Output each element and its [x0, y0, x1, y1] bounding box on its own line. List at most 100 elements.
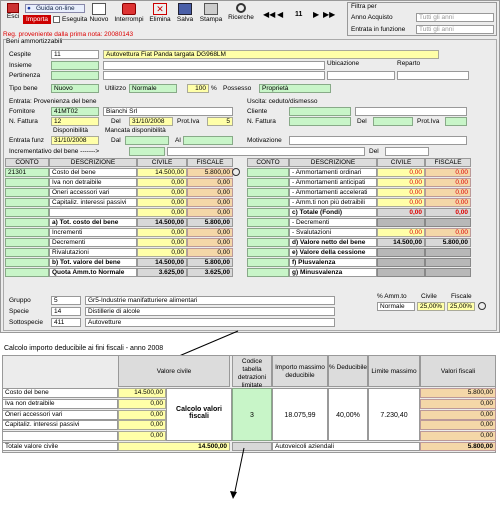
pertinenza-desc[interactable]	[103, 71, 325, 80]
left-fiscale[interactable]: 0,00	[187, 198, 233, 207]
salva-button[interactable]: Salva	[174, 3, 196, 29]
left-conto[interactable]	[5, 228, 49, 237]
right-fiscale[interactable]: 0,00	[425, 178, 471, 187]
elimina-button[interactable]: ✕ Elimina	[147, 3, 173, 29]
right-conto[interactable]	[247, 268, 289, 277]
right-fiscale[interactable]: 0,00	[425, 208, 471, 217]
calc-civile[interactable]: 0,00	[118, 409, 166, 420]
right-civile[interactable]: 0,00	[377, 198, 425, 207]
right-conto[interactable]	[247, 228, 289, 237]
right-fiscale[interactable]	[425, 248, 471, 257]
left-civile[interactable]: 0,00	[137, 208, 187, 217]
left-conto[interactable]	[5, 248, 49, 257]
left-conto[interactable]	[5, 188, 49, 197]
left-conto[interactable]	[5, 268, 49, 277]
left-civile[interactable]: 0,00	[137, 248, 187, 257]
del-field[interactable]: 31/10/2008	[129, 117, 173, 126]
right-conto[interactable]	[247, 258, 289, 267]
right-civile[interactable]	[377, 258, 425, 267]
motivazione-field[interactable]	[289, 136, 467, 145]
anno-select[interactable]: Tutti gli anni	[416, 13, 494, 22]
pct-search-icon[interactable]	[478, 302, 486, 310]
left-fiscale[interactable]: 0,00	[187, 178, 233, 187]
cliente-code[interactable]	[289, 107, 351, 116]
perc-field[interactable]: 100	[187, 84, 209, 93]
incrementativo-code[interactable]	[129, 147, 165, 156]
ricerche-button[interactable]: Ricerche	[226, 3, 256, 29]
prev-record-icon[interactable]: ◀	[277, 10, 283, 19]
left-conto[interactable]	[5, 178, 49, 187]
first-record-icon[interactable]: ◀◀	[263, 10, 275, 19]
right-fiscale[interactable]	[425, 268, 471, 277]
fiscale-pct[interactable]: 25,00%	[447, 302, 475, 311]
calc-civile[interactable]: 0,00	[118, 420, 166, 431]
interrompi-button[interactable]: Interrompi	[112, 3, 146, 29]
left-civile[interactable]: 0,00	[137, 188, 187, 197]
calc-civile[interactable]: 14.500,00	[118, 388, 166, 398]
right-conto[interactable]	[247, 168, 289, 177]
right-civile[interactable]	[377, 218, 425, 227]
next-record-icon[interactable]: ▶	[313, 10, 319, 19]
left-civile[interactable]: 3.625,00	[137, 268, 187, 277]
insieme-desc[interactable]	[103, 61, 325, 70]
left-conto[interactable]: 21301	[5, 168, 49, 177]
left-fiscale[interactable]: 0,00	[187, 208, 233, 217]
specie-code[interactable]: 14	[51, 307, 81, 316]
civile-pct[interactable]: 25,00%	[417, 302, 445, 311]
dal-field[interactable]	[125, 136, 169, 145]
calcolo-valori-button[interactable]: Calcolo valori fiscali	[166, 388, 232, 441]
right-fiscale[interactable]: 5.800,00	[425, 238, 471, 247]
right-conto[interactable]	[247, 248, 289, 257]
fornitore-name[interactable]: Bianchi Srl	[103, 107, 233, 116]
left-conto[interactable]	[5, 208, 49, 217]
left-conto[interactable]	[5, 258, 49, 267]
insieme-code[interactable]	[51, 61, 99, 70]
eseguita-checkbox[interactable]	[53, 16, 60, 23]
right-fiscale[interactable]: 0,00	[425, 228, 471, 237]
right-civile[interactable]: 0,00	[377, 208, 425, 217]
gruppo-code[interactable]: 5	[51, 296, 81, 305]
left-fiscale[interactable]: 0,00	[187, 188, 233, 197]
left-fiscale[interactable]: 0,00	[187, 228, 233, 237]
del-uscita[interactable]	[373, 117, 413, 126]
left-fiscale[interactable]: 0,00	[187, 238, 233, 247]
cliente-name[interactable]	[355, 107, 467, 116]
right-fiscale[interactable]: 0,00	[425, 188, 471, 197]
reparto-field[interactable]	[397, 71, 469, 80]
right-conto[interactable]	[247, 238, 289, 247]
right-civile[interactable]: 0,00	[377, 188, 425, 197]
importa-button[interactable]: Importa	[23, 15, 51, 24]
nfattura-field[interactable]: 12	[51, 117, 99, 126]
last-record-icon[interactable]: ▶▶	[323, 10, 335, 19]
right-fiscale[interactable]	[425, 258, 471, 267]
protiva-uscita[interactable]	[445, 117, 467, 126]
right-conto[interactable]	[247, 178, 289, 187]
incrementativo-del[interactable]	[385, 147, 429, 156]
tipo-select[interactable]: Nuovo	[51, 84, 99, 93]
left-civile[interactable]: 14.500,00	[137, 168, 187, 177]
utilizzo-select[interactable]: Normale	[129, 84, 177, 93]
left-fiscale[interactable]: 5.800,00	[187, 218, 233, 227]
guida-button[interactable]: ● Guida on-line	[25, 4, 85, 13]
right-civile[interactable]: 0,00	[377, 178, 425, 187]
left-civile[interactable]: 14.500,00	[137, 258, 187, 267]
right-civile[interactable]: 0,00	[377, 168, 425, 177]
possesso-select[interactable]: Proprietà	[259, 84, 331, 93]
left-civile[interactable]: 0,00	[137, 198, 187, 207]
left-conto[interactable]	[5, 198, 49, 207]
nfattura-uscita[interactable]	[289, 117, 351, 126]
right-fiscale[interactable]: 0,00	[425, 168, 471, 177]
cespite-code[interactable]: 11	[51, 50, 99, 59]
left-fiscale[interactable]: 5.800,00	[187, 258, 233, 267]
stampa-button[interactable]: Stampa	[197, 3, 225, 29]
nuovo-button[interactable]: Nuovo	[87, 3, 111, 29]
right-conto[interactable]	[247, 198, 289, 207]
al-field[interactable]	[183, 136, 233, 145]
cespite-desc[interactable]: Autovettura Fiat Panda targata DG968LM	[103, 50, 439, 59]
right-civile[interactable]	[377, 268, 425, 277]
amm-type-select[interactable]: Normale	[377, 302, 415, 311]
left-fiscale[interactable]: 5.800,00	[187, 168, 233, 177]
ubicazione-field[interactable]	[327, 71, 395, 80]
entrata-funz-field[interactable]: 31/10/2008	[51, 136, 99, 145]
left-conto[interactable]	[5, 218, 49, 227]
